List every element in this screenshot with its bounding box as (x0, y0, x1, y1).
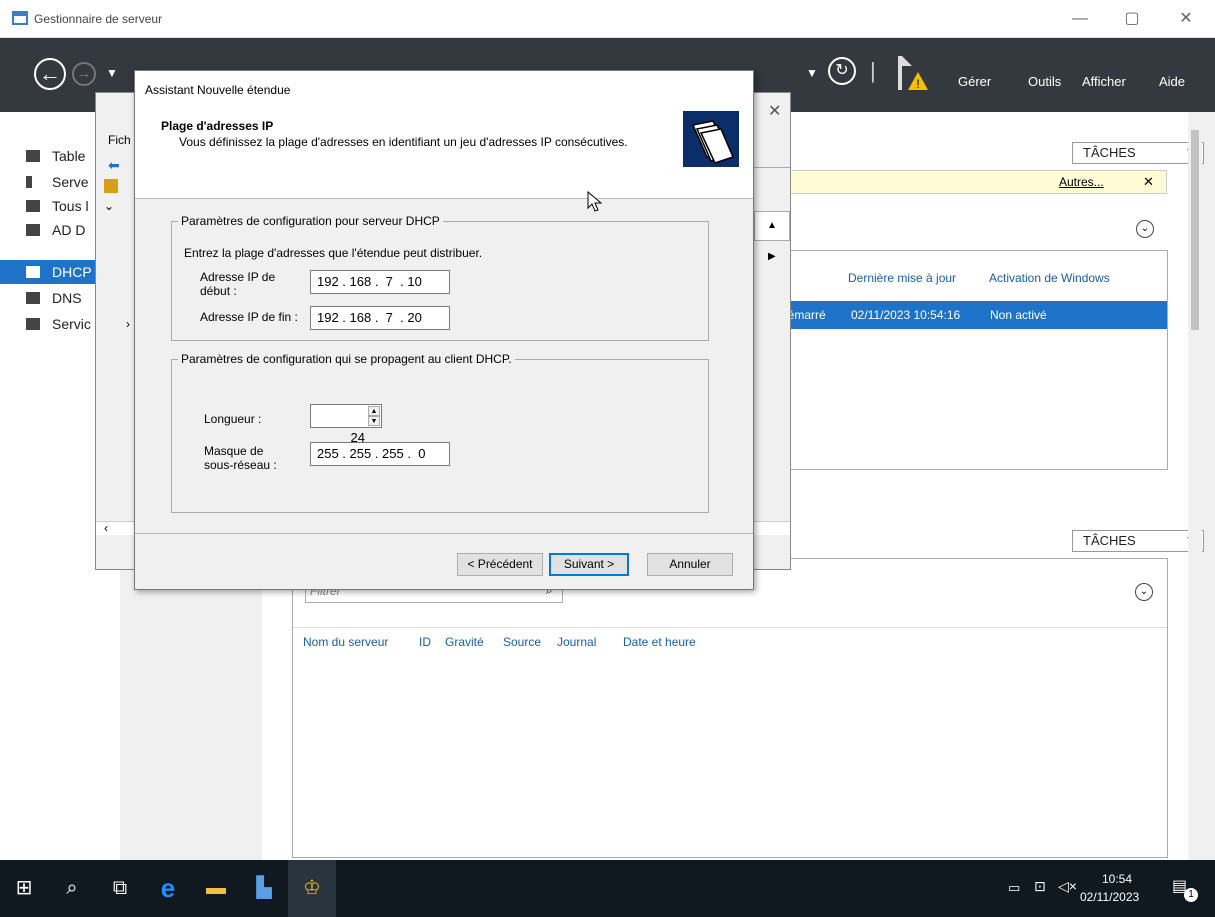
cancel-button[interactable]: Annuler (647, 553, 733, 576)
stepper-up-icon[interactable]: ▲ (368, 406, 380, 416)
search-icon[interactable]: ⌕ (48, 860, 96, 917)
column-source[interactable]: Source (503, 635, 541, 649)
chevron-right-icon[interactable]: › (126, 317, 130, 331)
tasks-dropdown-servers[interactable]: TÂCHES▼ (1072, 142, 1204, 164)
menu-outils[interactable]: Outils (1028, 74, 1061, 89)
wizard-heading: Plage d'adresses IP (161, 119, 274, 133)
divider (293, 627, 1167, 628)
chevron-down-icon[interactable]: ⌄ (1135, 583, 1153, 601)
folders-icon (683, 111, 739, 167)
taskbar: ⊞ ⌕ ⧉ e ▬ ▙ ♔ ▭ ⊡ ◁× 10:54 02/11/2023 ▤ … (0, 860, 1215, 917)
ad-ds-icon (26, 224, 40, 236)
dhcp-taskbar-icon[interactable]: ♔ (288, 860, 336, 917)
chevron-down-icon[interactable]: ⌄ (1136, 220, 1154, 238)
subnet-mask-input[interactable]: 255 . 255 . 255 . 0 (310, 442, 450, 466)
dashboard-icon (26, 150, 40, 162)
server-manager-icon (12, 11, 28, 25)
chevron-up-icon: ▲ (767, 220, 777, 231)
dhcp-icon (26, 266, 40, 278)
refresh-icon[interactable]: ↻ (828, 57, 856, 85)
task-view-icon[interactable]: ⧉ (96, 860, 144, 917)
chevron-right-icon[interactable]: ▶ (768, 251, 776, 262)
close-button[interactable]: ✕ (1166, 4, 1206, 34)
dns-icon (26, 292, 40, 304)
back-arrow-icon[interactable]: ⬅ (108, 157, 120, 174)
internet-explorer-icon[interactable]: e (144, 860, 192, 917)
column-server-name[interactable]: Nom du serveur (303, 635, 388, 649)
vertical-scrollbar[interactable] (1188, 112, 1202, 860)
scrollbar-thumb[interactable] (1191, 130, 1199, 330)
wizard-header: Assistant Nouvelle étendue Plage d'adres… (135, 71, 753, 199)
next-button[interactable]: Suivant > (549, 553, 629, 576)
dhcp-server-settings-group: Paramètres de configuration pour serveur… (171, 214, 709, 341)
new-scope-wizard: Assistant Nouvelle étendue Plage d'adres… (134, 70, 754, 590)
divider (754, 167, 790, 168)
dhcp-node-icon (104, 179, 118, 193)
column-activation[interactable]: Activation de Windows (989, 271, 1110, 285)
chevron-down-icon[interactable]: ⌄ (104, 199, 114, 213)
column-last-update[interactable]: Dernière mise à jour (848, 271, 956, 285)
start-ip-input[interactable]: 192 . 168 . 7 . 10 (310, 270, 450, 294)
length-stepper[interactable]: 24 ▲ ▼ (310, 404, 382, 445)
notification-count-badge: 1 (1184, 888, 1198, 902)
wizard-description: Vous définissez la plage d'adresses en i… (179, 135, 628, 149)
menu-gerer[interactable]: Gérer (958, 74, 991, 89)
dropdown-icon[interactable]: ▼ (806, 66, 818, 80)
separator: | (870, 58, 876, 83)
stepper-down-icon[interactable]: ▼ (368, 416, 380, 426)
file-explorer-icon[interactable]: ▬ (192, 860, 240, 917)
services-icon (26, 318, 40, 330)
close-banner-icon[interactable]: ✕ (1143, 174, 1154, 190)
action-pane[interactable]: ▲ (754, 211, 790, 241)
window-titlebar: Gestionnaire de serveur — ▢ ✕ (0, 0, 1215, 38)
server-icon (26, 176, 32, 188)
clock-date[interactable]: 02/11/2023 (1080, 890, 1139, 904)
history-dropdown-icon[interactable]: ▼ (106, 66, 118, 80)
column-journal[interactable]: Journal (557, 635, 596, 649)
server-manager-taskbar-icon[interactable]: ▙ (240, 860, 288, 917)
wizard-title: Assistant Nouvelle étendue (145, 83, 291, 97)
window-title: Gestionnaire de serveur (34, 12, 163, 26)
volume-muted-icon[interactable]: ◁× (1058, 878, 1077, 895)
close-icon[interactable]: ✕ (768, 101, 781, 121)
minimize-button[interactable]: — (1060, 4, 1100, 34)
clock-time[interactable]: 10:54 (1102, 872, 1132, 886)
menu-file[interactable]: Fich (108, 133, 131, 147)
menu-aide[interactable]: Aide (1159, 74, 1185, 89)
chevron-left-icon: ‹ (104, 521, 108, 535)
end-ip-input[interactable]: 192 . 168 . 7 . 20 (310, 306, 450, 330)
servers-icon (26, 200, 40, 212)
divider (135, 533, 753, 534)
battery-icon[interactable]: ▭ (1008, 880, 1020, 896)
tasks-dropdown-events[interactable]: TÂCHES▼ (1072, 530, 1204, 552)
warning-banner: Autres... ✕ (762, 170, 1167, 194)
client-settings-group: Paramètres de configuration qui se propa… (171, 352, 709, 513)
notifications-flag-icon[interactable]: ! (892, 52, 932, 92)
others-link[interactable]: Autres... (1059, 175, 1104, 189)
column-severity[interactable]: Gravité (445, 635, 484, 649)
network-icon[interactable]: ⊡ (1034, 878, 1046, 895)
maximize-button[interactable]: ▢ (1112, 4, 1152, 34)
back-arrow-icon[interactable]: ← (34, 58, 66, 90)
events-panel: Filtrer ⌕ ⌄ Nom du serveur ID Gravité So… (292, 558, 1168, 858)
svg-text:!: ! (916, 77, 919, 91)
start-windows-icon[interactable]: ⊞ (0, 860, 48, 917)
column-id[interactable]: ID (419, 635, 431, 649)
forward-arrow-icon[interactable]: → (72, 62, 96, 86)
column-date[interactable]: Date et heure (623, 635, 696, 649)
mouse-cursor-icon (587, 191, 603, 212)
previous-button[interactable]: < Précédent (457, 553, 543, 576)
menu-afficher[interactable]: Afficher (1082, 74, 1126, 89)
